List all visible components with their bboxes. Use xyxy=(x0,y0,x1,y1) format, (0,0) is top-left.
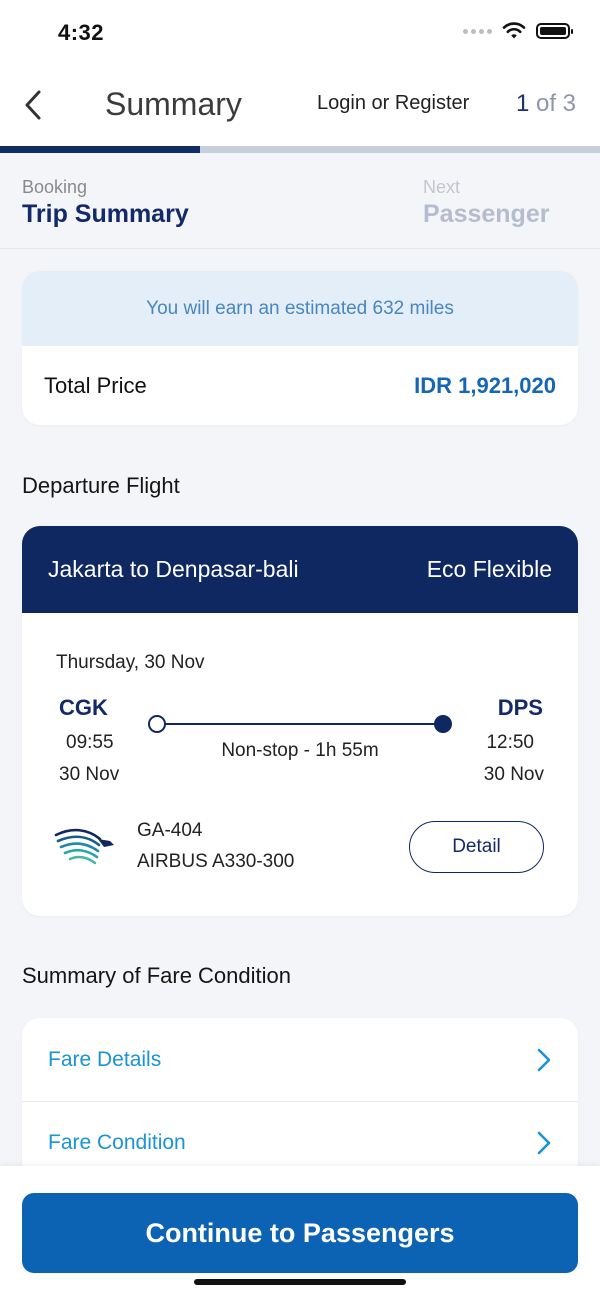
current-step-caption: Booking xyxy=(22,177,88,197)
booking-progress-bar xyxy=(0,146,600,153)
next-step-label: Passenger xyxy=(423,200,550,228)
chevron-right-icon xyxy=(537,1131,551,1155)
destination-code: DPS xyxy=(497,695,543,720)
continue-to-passengers-button[interactable]: Continue to Passengers xyxy=(22,1193,578,1273)
miles-banner: You will earn an estimated 632 miles xyxy=(22,271,578,346)
origin-date: 30 Nov xyxy=(59,764,120,785)
booking-progress-fill xyxy=(0,146,200,153)
price-card: You will earn an estimated 632 miles Tot… xyxy=(22,271,578,425)
flight-card-body: Thursday, 30 Nov CGK 09:55 30 Nov Non-st… xyxy=(22,613,578,916)
origin-code: CGK xyxy=(59,695,108,720)
status-icons xyxy=(463,22,573,40)
origin-dot xyxy=(148,715,166,733)
origin-time: 09:55 xyxy=(66,732,114,753)
step-counter: 1 of 3 xyxy=(516,90,576,118)
route-line xyxy=(157,723,443,725)
signal-dots-icon xyxy=(463,28,492,34)
home-indicator xyxy=(194,1279,406,1285)
total-price-label: Total Price xyxy=(44,372,147,398)
login-register-link[interactable]: Login or Register xyxy=(317,92,469,115)
step-total: of 3 xyxy=(535,90,576,117)
aircraft-type: AIRBUS A330-300 xyxy=(137,851,295,872)
app-header: Summary Login or Register 1 of 3 xyxy=(0,66,600,146)
destination-time: 12:50 xyxy=(486,732,534,753)
page-title: Summary xyxy=(105,86,242,122)
step-current: 1 xyxy=(515,90,530,117)
fare-class: Eco Flexible xyxy=(426,556,552,582)
battery-icon xyxy=(536,23,573,39)
fare-details-label: Fare Details xyxy=(48,1047,162,1071)
destination-dot xyxy=(434,715,452,733)
flight-route: Jakarta to Denpasar-bali xyxy=(48,556,299,582)
flight-card: Jakarta to Denpasar-bali Eco Flexible Th… xyxy=(22,526,578,916)
destination-date: 30 Nov xyxy=(483,764,544,785)
wifi-icon xyxy=(502,22,526,39)
total-price-value: IDR 1,921,020 xyxy=(414,372,556,398)
status-bar: 4:32 xyxy=(0,0,600,66)
flight-card-header: Jakarta to Denpasar-bali Eco Flexible xyxy=(22,526,578,613)
fare-condition-card: Fare Details Fare Condition xyxy=(22,1018,578,1188)
current-step-label: Trip Summary xyxy=(22,200,189,228)
back-button[interactable] xyxy=(18,86,48,124)
next-step-caption: Next xyxy=(423,177,461,197)
status-time: 4:32 xyxy=(58,20,105,45)
flight-duration: Non-stop - 1h 55m xyxy=(221,740,379,761)
airline-logo-icon xyxy=(54,828,114,865)
booking-steps: Booking Trip Summary Next Passenger xyxy=(0,153,600,249)
fare-details-row[interactable]: Fare Details xyxy=(22,1018,578,1101)
chevron-right-icon xyxy=(537,1048,551,1071)
flight-detail-button[interactable]: Detail xyxy=(409,821,544,873)
flight-number: GA-404 xyxy=(137,820,203,841)
total-price-row: Total Price IDR 1,921,020 xyxy=(22,346,578,425)
fare-summary-section-title: Summary of Fare Condition xyxy=(22,963,291,988)
bottom-action-bar: Continue to Passengers xyxy=(0,1166,600,1299)
fare-condition-label: Fare Condition xyxy=(48,1131,186,1154)
departure-section-title: Departure Flight xyxy=(22,473,180,498)
chevron-left-icon xyxy=(25,90,41,120)
flight-date: Thursday, 30 Nov xyxy=(56,652,205,673)
